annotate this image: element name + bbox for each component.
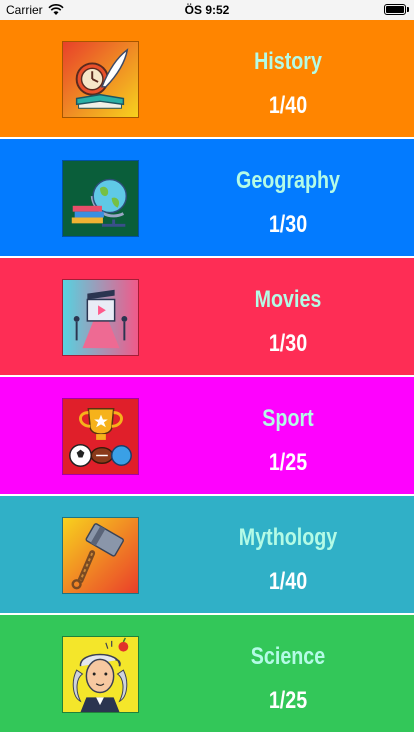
battery-icon <box>384 4 409 15</box>
category-list: History 1/40 Geography 1/30 Movies 1/30 … <box>0 20 414 732</box>
category-progress: 1/25 <box>268 449 308 476</box>
category-title: Geography <box>236 167 340 194</box>
globe-icon <box>62 160 139 237</box>
category-row-history[interactable]: History 1/40 <box>0 20 414 137</box>
category-progress: 1/30 <box>268 330 308 357</box>
category-row-science[interactable]: Science 1/25 <box>0 615 414 732</box>
category-row-mythology[interactable]: Mythology 1/40 <box>0 496 414 613</box>
category-progress: 1/30 <box>268 211 308 238</box>
scientist-icon <box>62 636 139 713</box>
category-progress: 1/40 <box>268 92 308 119</box>
category-row-movies[interactable]: Movies 1/30 <box>0 258 414 375</box>
category-title: Sport <box>262 405 314 432</box>
trophy-icon <box>62 398 139 475</box>
category-progress: 1/40 <box>268 568 308 595</box>
category-row-sport[interactable]: Sport 1/25 <box>0 377 414 494</box>
category-title: History <box>254 48 322 75</box>
status-time: ÖS 9:52 <box>184 3 230 17</box>
category-title: Movies <box>254 286 322 313</box>
category-title: Science <box>250 643 326 670</box>
category-row-geography[interactable]: Geography 1/30 <box>0 139 414 256</box>
cinema-icon <box>62 279 139 356</box>
category-title: Mythology <box>238 524 338 551</box>
history-icon <box>62 41 139 118</box>
hammer-icon <box>62 517 139 594</box>
status-bar: Carrier ÖS 9:52 <box>0 0 414 20</box>
category-progress: 1/25 <box>268 687 308 714</box>
